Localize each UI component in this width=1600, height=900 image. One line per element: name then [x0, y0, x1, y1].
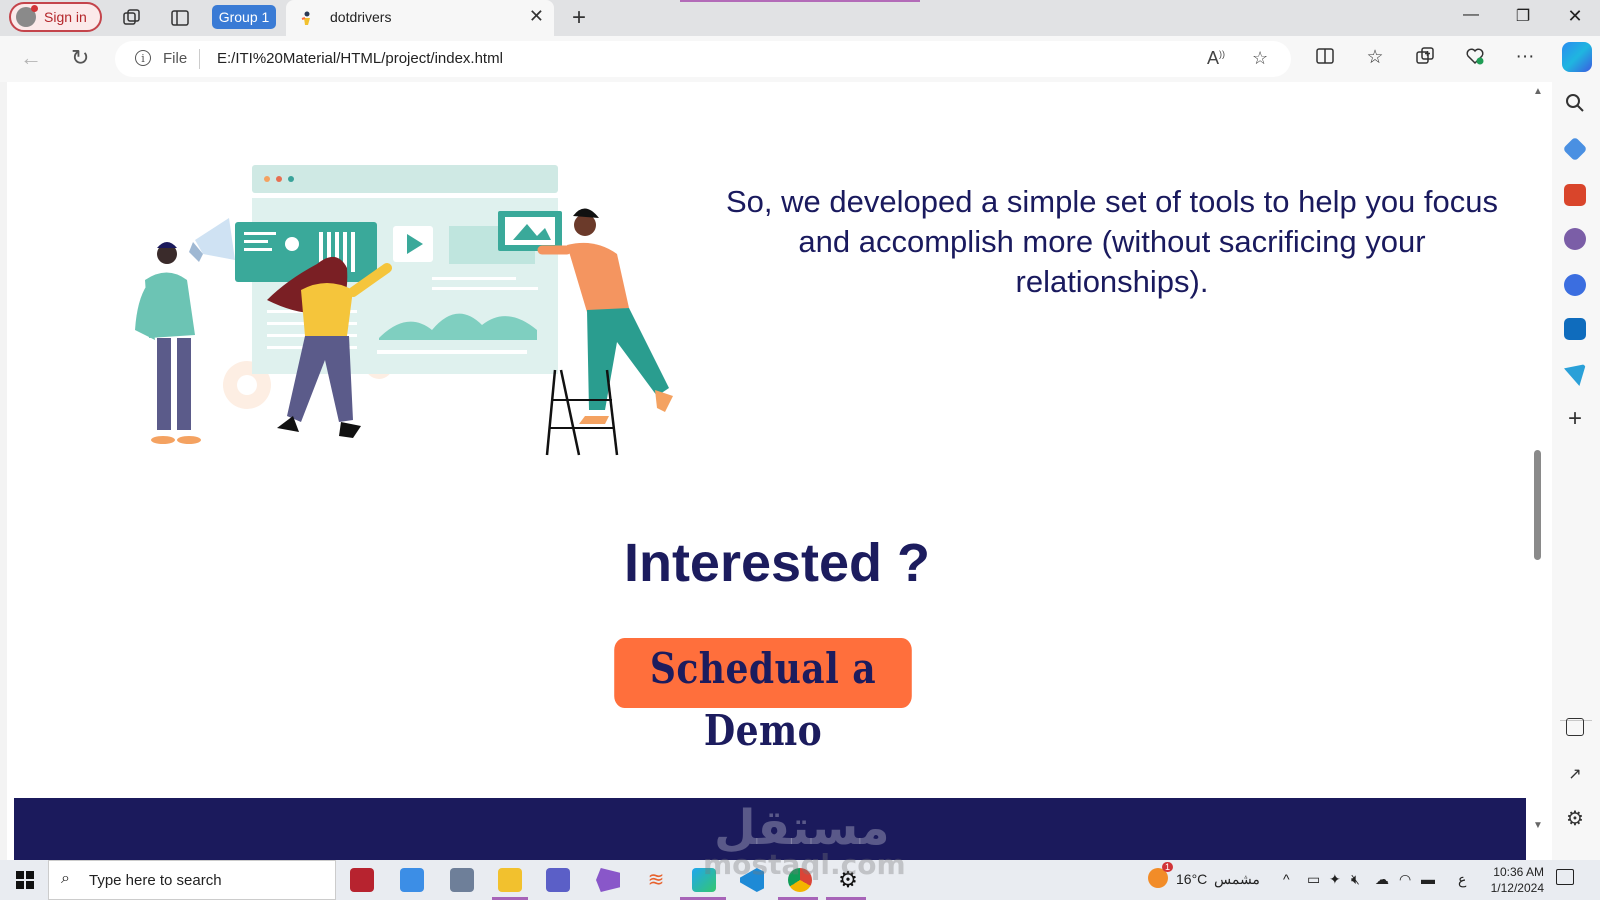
sidebar-tools-icon[interactable] — [1564, 184, 1586, 206]
sidebar-add-icon[interactable]: + — [1564, 407, 1586, 431]
sidebar-games-icon[interactable] — [1564, 228, 1586, 250]
tab-group-label[interactable]: Group 1 — [212, 5, 276, 29]
store-app-icon[interactable] — [400, 868, 424, 892]
clock-time: 10:36 AM — [1493, 865, 1544, 879]
more-menu-icon[interactable]: ··· — [1512, 46, 1538, 68]
split-screen-icon[interactable] — [1312, 46, 1338, 72]
file-explorer-icon[interactable] — [498, 868, 522, 892]
workspaces-icon[interactable] — [122, 8, 142, 28]
battery-icon[interactable]: ▬ — [1421, 871, 1435, 887]
cta-heading: Interested ? — [623, 533, 931, 593]
refresh-icon[interactable]: ↻ — [71, 45, 89, 71]
calculator-app-icon[interactable] — [450, 868, 474, 892]
tab-title: dotdrivers — [330, 9, 392, 25]
weather-badge: 1 — [1162, 862, 1174, 872]
windows-start-icon[interactable] — [16, 871, 34, 889]
wifi-icon[interactable]: ◠ — [1399, 871, 1411, 888]
tab-dotdrivers[interactable]: dotdrivers ✕ — [286, 0, 554, 36]
page-favicon — [299, 10, 315, 26]
info-icon[interactable]: i — [135, 50, 151, 66]
scroll-down-icon[interactable]: ▼ — [1533, 820, 1543, 831]
close-window-icon[interactable]: ✕ — [1552, 6, 1598, 27]
collections-icon[interactable] — [1412, 46, 1438, 72]
tab-actions-icon[interactable] — [170, 8, 190, 28]
sidebar-shopping-icon[interactable] — [1562, 136, 1588, 162]
teams-app-icon[interactable] — [546, 868, 570, 892]
sidebar-copilot-365-icon[interactable] — [1564, 274, 1586, 296]
schedule-demo-button[interactable]: Schedual a Demo — [614, 638, 912, 755]
sidebar-external-icon[interactable]: ↗ — [1564, 764, 1586, 786]
sidebar-drop-icon[interactable] — [1564, 364, 1586, 386]
tagline-text: So, we developed a simple set of tools t… — [725, 184, 1499, 299]
taskbar-search-box[interactable]: ⌕ Type here to search — [48, 860, 336, 900]
sign-in-button[interactable]: Sign in — [9, 2, 102, 32]
sign-in-label: Sign in — [44, 9, 87, 25]
sidebar-outlook-icon[interactable] — [1564, 318, 1586, 340]
restore-icon[interactable]: ❐ — [1500, 6, 1546, 26]
new-tab-icon[interactable]: + — [572, 4, 586, 32]
search-icon: ⌕ — [61, 870, 70, 887]
address-divider — [199, 49, 200, 69]
scroll-thumb[interactable] — [1534, 450, 1541, 560]
favorite-star-icon[interactable]: ☆ — [1252, 48, 1268, 69]
address-row: ← ↻ i File E:/ITI%20Material/HTML/projec… — [0, 36, 1600, 82]
clock-date: 1/12/2024 — [1490, 881, 1544, 895]
tray-device-icon[interactable]: ▭ — [1307, 871, 1320, 888]
sidebar-toggle-icon[interactable] — [1566, 718, 1584, 736]
address-bar[interactable]: i File E:/ITI%20Material/HTML/project/in… — [115, 41, 1291, 77]
taskbar-clock[interactable]: 10:36 AM 1/12/2024 — [1480, 864, 1544, 896]
tray-network-icon[interactable]: ✦ — [1329, 871, 1341, 888]
search-placeholder: Type here to search — [89, 872, 222, 889]
weather-temp[interactable]: 16°C — [1176, 871, 1207, 887]
scheme-label: File — [163, 50, 188, 67]
browser-essentials-icon[interactable] — [1462, 46, 1488, 72]
tab-bar: Sign in Group 1 dotdrivers ✕ + — ❐ ✕ — [0, 0, 1600, 36]
eclipse-app-icon[interactable]: ≋ — [644, 868, 668, 892]
notifications-icon[interactable] — [1556, 869, 1574, 885]
url-text[interactable]: E:/ITI%20Material/HTML/project/index.htm… — [217, 50, 503, 67]
input-language[interactable]: ع — [1458, 871, 1466, 888]
browser-sidebar: + ↗ ⚙ — [1552, 82, 1600, 860]
tray-chevron-icon[interactable]: ^ — [1283, 871, 1290, 887]
favorites-icon[interactable]: ☆ — [1362, 46, 1388, 69]
weather-icon[interactable]: 1 — [1148, 862, 1174, 888]
avatar-icon — [16, 5, 38, 27]
sidebar-search-icon[interactable] — [1564, 92, 1586, 114]
minimize-icon[interactable]: — — [1448, 6, 1494, 24]
tab-close-icon[interactable]: ✕ — [529, 6, 544, 27]
back-icon[interactable]: ← — [20, 45, 42, 71]
onedrive-icon[interactable]: ☁ — [1375, 871, 1389, 888]
copilot-icon[interactable] — [1562, 42, 1592, 72]
scroll-up-icon[interactable]: ▲ — [1533, 86, 1543, 97]
page-scrollbar[interactable]: ▲ ▼ — [1526, 82, 1552, 860]
volume-muted-icon[interactable]: 🔇︎ — [1351, 871, 1360, 888]
sidebar-settings-icon[interactable]: ⚙ — [1564, 808, 1586, 830]
site-watermark: mostaql.com — [703, 848, 906, 881]
visual-studio-icon[interactable] — [596, 868, 620, 892]
read-aloud-icon[interactable]: A)) — [1207, 48, 1225, 69]
access-app-icon[interactable] — [350, 868, 374, 892]
tab-strip-highlight — [680, 0, 920, 2]
weather-condition[interactable]: مشمس — [1214, 871, 1260, 888]
page-viewport: So, we developed a simple set of tools t… — [7, 82, 1545, 860]
team-illustration — [135, 165, 673, 456]
